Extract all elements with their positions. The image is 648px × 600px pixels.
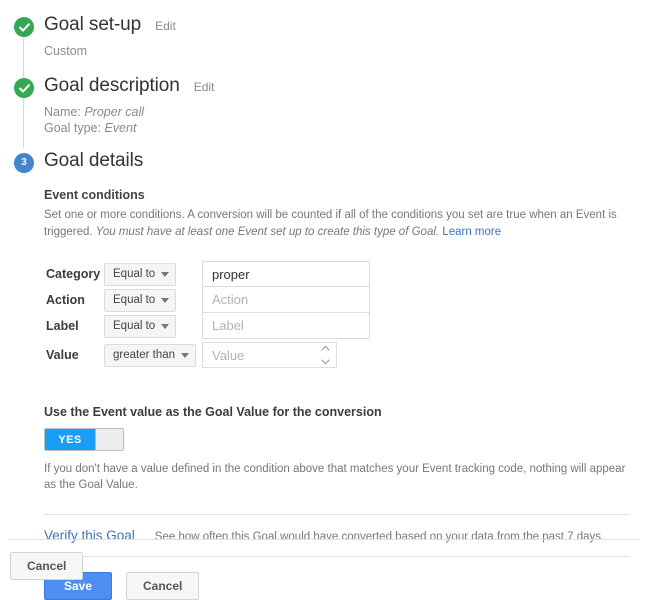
description-italic: You must have at least one Event set up … [96, 226, 439, 238]
value-label: Value [46, 348, 104, 362]
action-operator-cell: Equal to [104, 289, 168, 312]
event-value-title: Use the Event value as the Goal Value fo… [44, 405, 630, 419]
event-conditions-description: Set one or more conditions. A conversion… [44, 207, 624, 241]
footer-cancel-button[interactable]: Cancel [10, 552, 83, 580]
category-input[interactable] [202, 261, 370, 287]
divider-below-verify [44, 556, 630, 557]
label-input[interactable] [202, 313, 370, 339]
condition-row-category: Category Equal to [46, 261, 630, 287]
action-input[interactable] [202, 287, 370, 313]
wizard-step-goal-details: 3 Goal details [0, 150, 648, 176]
label-operator-cell: Equal to [104, 315, 168, 338]
chevron-up-icon [321, 345, 330, 351]
learn-more-link[interactable]: Learn more [442, 226, 501, 238]
step-header: Goal details [44, 150, 648, 174]
toggle-knob [95, 429, 123, 450]
category-operator-cell: Equal to [104, 263, 168, 286]
check-icon [14, 17, 34, 37]
value-operator-select[interactable]: greater than [104, 344, 196, 367]
wizard-step-goal-description: Goal description Edit Name: Proper call … [0, 75, 648, 136]
goal-wizard: Goal set-up Edit Custom Goal description… [0, 0, 648, 176]
action-input-cell [202, 287, 370, 313]
wizard-step-goal-setup: Goal set-up Edit Custom [0, 14, 648, 59]
category-input-cell [202, 261, 370, 287]
goal-setup-summary: Custom [44, 43, 648, 59]
step-title: Goal set-up [44, 14, 141, 36]
goal-name-value: Proper call [84, 105, 144, 119]
value-stepper[interactable] [321, 345, 330, 365]
goal-type-value: Event [104, 121, 136, 135]
value-input[interactable] [202, 342, 337, 368]
step-title: Goal details [44, 150, 143, 172]
chevron-down-icon [181, 353, 189, 358]
goal-description-summary: Name: Proper call Goal type: Event [44, 104, 648, 136]
label-operator-value: Equal to [113, 320, 155, 332]
chevron-down-icon [161, 272, 169, 277]
step-number-badge: 3 [14, 153, 34, 173]
footer-divider [8, 539, 640, 540]
chevron-down-icon [161, 298, 169, 303]
step-header: Goal set-up Edit [44, 14, 648, 38]
action-operator-value: Equal to [113, 294, 155, 306]
label-operator-select[interactable]: Equal to [104, 315, 176, 338]
verify-this-goal-link[interactable]: Verify this Goal [44, 528, 135, 543]
step-title: Goal description [44, 75, 180, 97]
category-label: Category [46, 267, 104, 281]
event-conditions-title: Event conditions [44, 188, 630, 202]
condition-row-action: Action Equal to [46, 287, 630, 313]
cancel-button[interactable]: Cancel [126, 572, 199, 600]
category-operator-select[interactable]: Equal to [104, 263, 176, 286]
value-operator-cell: greater than [104, 344, 188, 367]
event-conditions-form: Category Equal to Action Equal to [44, 261, 630, 371]
chevron-down-icon [161, 324, 169, 329]
condition-row-label: Label Equal to [46, 313, 630, 339]
value-spinner-wrap [202, 342, 337, 368]
category-operator-value: Equal to [113, 268, 155, 280]
verify-goal-row: Verify this Goal See how often this Goal… [44, 515, 630, 556]
value-operator-value: greater than [113, 349, 175, 361]
label-input-cell [202, 313, 370, 339]
event-value-section: Use the Event value as the Goal Value fo… [44, 405, 630, 493]
event-value-toggle[interactable]: YES [44, 428, 124, 451]
edit-goal-description-link[interactable]: Edit [194, 80, 215, 94]
check-icon [14, 78, 34, 98]
step-number: 3 [21, 158, 27, 168]
chevron-down-icon [321, 359, 330, 365]
footer: Cancel [10, 552, 83, 580]
label-label: Label [46, 319, 104, 333]
goal-name-line: Name: Proper call [44, 104, 648, 120]
goal-type-label: Goal type: [44, 121, 101, 135]
toggle-on-label: YES [45, 429, 95, 450]
action-label: Action [46, 293, 104, 307]
event-value-note: If you don't have a value defined in the… [44, 461, 630, 493]
goal-name-label: Name: [44, 105, 81, 119]
step-header: Goal description Edit [44, 75, 648, 99]
edit-goal-setup-link[interactable]: Edit [155, 19, 176, 33]
goal-type-line: Goal type: Event [44, 120, 648, 136]
condition-row-value: Value greater than [46, 339, 630, 371]
form-action-buttons: Save Cancel [44, 572, 630, 600]
action-operator-select[interactable]: Equal to [104, 289, 176, 312]
value-input-cell [202, 342, 337, 368]
verify-note: See how often this Goal would have conve… [155, 531, 604, 543]
